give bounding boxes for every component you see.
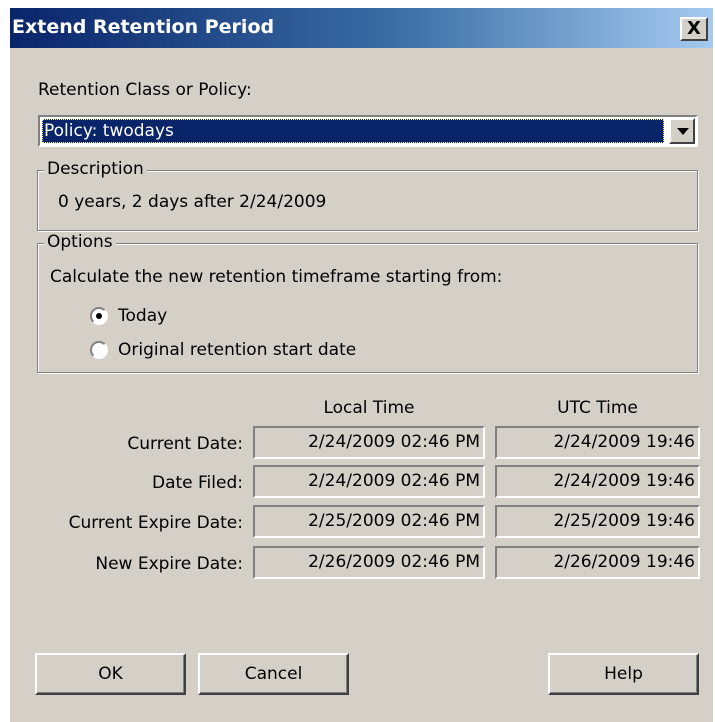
- options-prompt: Calculate the new retention timeframe st…: [50, 267, 503, 287]
- ok-button[interactable]: OK: [35, 653, 186, 695]
- date-filed-local-field: 2/24/2009 02:46 PM: [253, 465, 485, 498]
- retention-policy-selected-value: Policy: twodays: [42, 119, 664, 143]
- new-expire-date-label: New Expire Date:: [95, 554, 243, 574]
- radio-today[interactable]: Today: [90, 306, 167, 326]
- description-group-title: Description: [44, 159, 147, 179]
- options-group: Options Calculate the new retention time…: [37, 232, 698, 373]
- current-date-utc-field: 2/24/2009 19:46: [495, 426, 700, 459]
- radio-today-button[interactable]: [90, 307, 108, 325]
- date-filed-label: Date Filed:: [151, 473, 243, 493]
- title-bar[interactable]: Extend Retention Period X: [10, 8, 713, 48]
- help-button[interactable]: Help: [548, 653, 699, 695]
- current-date-label: Current Date:: [127, 434, 243, 454]
- new-expire-date-local-field: 2/26/2009 02:46 PM: [253, 546, 485, 579]
- description-text: 0 years, 2 days after 2/24/2009: [58, 192, 327, 212]
- local-time-header: Local Time: [323, 398, 415, 418]
- current-date-local-field: 2/24/2009 02:46 PM: [253, 426, 485, 459]
- close-button[interactable]: X: [680, 17, 708, 41]
- retention-policy-label: Retention Class or Policy:: [38, 80, 252, 100]
- current-expire-date-label: Current Expire Date:: [68, 513, 243, 533]
- utc-time-header: UTC Time: [557, 398, 638, 418]
- radio-original-start-date-button[interactable]: [90, 341, 108, 359]
- current-expire-date-utc-field: 2/25/2009 19:46: [495, 505, 700, 538]
- cancel-button[interactable]: Cancel: [198, 653, 349, 695]
- current-expire-date-local-field: 2/25/2009 02:46 PM: [253, 505, 485, 538]
- date-filed-utc-field: 2/24/2009 19:46: [495, 465, 700, 498]
- radio-original-start-date-label[interactable]: Original retention start date: [118, 340, 356, 360]
- window-title: Extend Retention Period: [12, 16, 275, 38]
- options-group-title: Options: [44, 232, 116, 252]
- description-group: Description 0 years, 2 days after 2/24/2…: [37, 159, 698, 231]
- new-expire-date-utc-field: 2/26/2009 19:46: [495, 546, 700, 579]
- chevron-down-icon[interactable]: [669, 118, 695, 144]
- radio-original-start-date[interactable]: Original retention start date: [90, 340, 356, 360]
- close-icon: X: [687, 18, 701, 39]
- radio-today-label[interactable]: Today: [118, 306, 167, 326]
- retention-policy-select[interactable]: Policy: twodays: [38, 115, 698, 147]
- extend-retention-dialog: Extend Retention Period X Retention Clas…: [10, 8, 713, 722]
